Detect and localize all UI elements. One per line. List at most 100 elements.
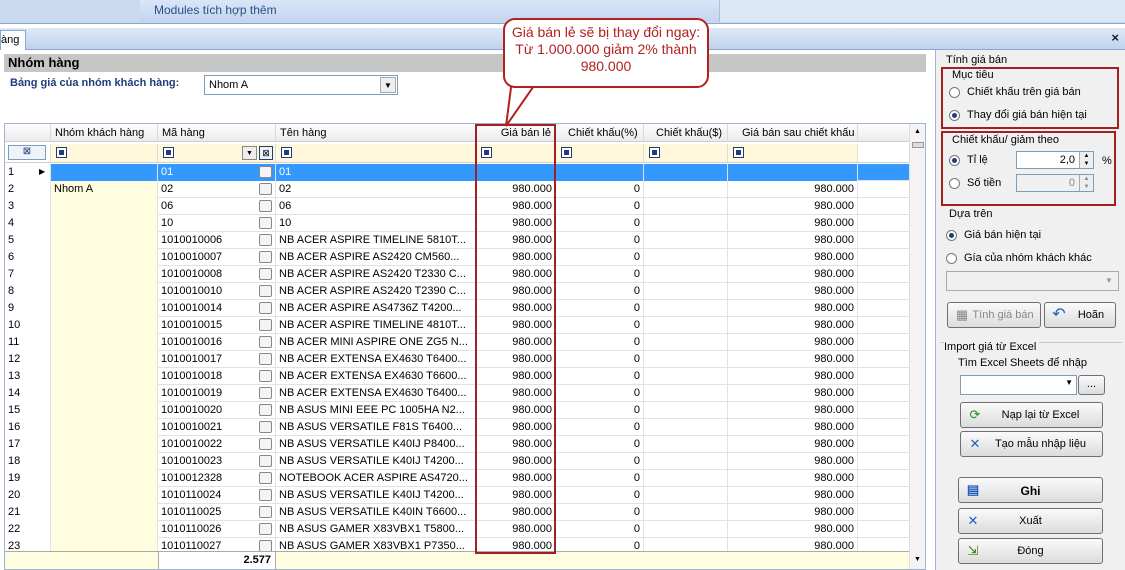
table-cell[interactable]: 980.000: [728, 181, 858, 198]
table-cell[interactable]: 06: [276, 198, 476, 215]
table-cell[interactable]: 0: [556, 453, 644, 470]
opt-gia-hien-tai-label[interactable]: Giá bán hiện tại: [964, 229, 1041, 241]
lookup-button-icon[interactable]: [259, 166, 272, 178]
table-cell[interactable]: [51, 402, 158, 419]
lookup-button-icon[interactable]: [259, 336, 272, 348]
lookup-button-icon[interactable]: [259, 200, 272, 212]
chevron-down-icon[interactable]: ▼: [242, 146, 257, 160]
table-cell[interactable]: [51, 436, 158, 453]
lookup-button-icon[interactable]: [259, 285, 272, 297]
ghi-button[interactable]: ▤ Ghi: [958, 477, 1103, 503]
header-name[interactable]: Tên hàng: [276, 124, 476, 142]
lookup-button-icon[interactable]: [259, 302, 272, 314]
table-cell[interactable]: [644, 317, 728, 334]
table-row[interactable]: 22 1010110026 NB ASUS GAMER X83VBX1 T5800.…: [5, 521, 909, 538]
table-row[interactable]: 3 06 06 980.000 0 980.000: [5, 198, 909, 215]
table-cell[interactable]: 0: [556, 470, 644, 487]
table-cell[interactable]: NB ACER EXTENSA EX4630 T6400...: [276, 385, 476, 402]
other-group-select[interactable]: ▼: [946, 271, 1119, 291]
tinh-gia-ban-button[interactable]: ▦ Tính giá bán: [947, 302, 1041, 328]
table-cell[interactable]: [51, 470, 158, 487]
table-cell[interactable]: NB ASUS VERSATILE K40IN T6600...: [276, 504, 476, 521]
lookup-button-icon[interactable]: [259, 506, 272, 518]
nap-lai-excel-button[interactable]: ⟳ Nạp lại từ Excel: [960, 402, 1103, 428]
table-cell[interactable]: [51, 419, 158, 436]
table-cell[interactable]: NOTEBOOK ACER ASPIRE AS4720...: [276, 470, 476, 487]
table-cell[interactable]: 980.000: [728, 504, 858, 521]
table-cell[interactable]: 980.000: [728, 334, 858, 351]
lookup-button-icon[interactable]: [259, 251, 272, 263]
table-cell[interactable]: NB ACER ASPIRE TIMELINE 5810T...: [276, 232, 476, 249]
price-grid[interactable]: Nhóm khách hàng Mã hàng Tên hàng Giá bán…: [4, 123, 926, 570]
table-cell[interactable]: [644, 453, 728, 470]
table-cell[interactable]: 02: [276, 181, 476, 198]
table-cell[interactable]: [51, 368, 158, 385]
table-cell[interactable]: [644, 521, 728, 538]
table-cell[interactable]: [51, 249, 158, 266]
table-cell[interactable]: 980.000: [728, 215, 858, 232]
lookup-button-icon[interactable]: [259, 523, 272, 535]
table-cell[interactable]: 0: [556, 232, 644, 249]
table-cell[interactable]: NB ASUS GAMER X83VBX1 T5800...: [276, 521, 476, 538]
chevron-down-icon[interactable]: ▼: [380, 77, 396, 93]
table-cell[interactable]: Nhom A: [51, 181, 158, 198]
table-cell[interactable]: 0: [556, 521, 644, 538]
table-cell[interactable]: 980.000: [728, 453, 858, 470]
table-row[interactable]: 12 1010010017 NB ACER EXTENSA EX4630 T6400…: [5, 351, 909, 368]
table-cell[interactable]: 0: [556, 317, 644, 334]
table-cell[interactable]: [51, 164, 158, 181]
table-cell[interactable]: 0: [556, 419, 644, 436]
radio-gia-hien-tai[interactable]: [946, 230, 957, 241]
lookup-button-icon[interactable]: [259, 387, 272, 399]
header-group[interactable]: Nhóm khách hàng: [51, 124, 158, 142]
tab-nhom-hang[interactable]: àng: [0, 30, 26, 50]
table-row[interactable]: 17 1010010022 NB ASUS VERSATILE K40IJ P840…: [5, 436, 909, 453]
table-row[interactable]: 1 ▶ 01 01: [5, 164, 909, 181]
vertical-scrollbar[interactable]: ▲ ▼: [909, 124, 925, 569]
table-cell[interactable]: [51, 317, 158, 334]
table-cell[interactable]: [51, 334, 158, 351]
filter-discount-amt[interactable]: [644, 144, 728, 162]
table-cell[interactable]: 0: [556, 402, 644, 419]
chevron-down-icon[interactable]: ▼: [1065, 378, 1073, 387]
table-cell[interactable]: [644, 283, 728, 300]
table-row[interactable]: 11 1010010016 NB ACER MINI ASPIRE ONE ZG5 …: [5, 334, 909, 351]
lookup-button-icon[interactable]: [259, 455, 272, 467]
lookup-button-icon[interactable]: [259, 319, 272, 331]
table-cell[interactable]: 0: [556, 181, 644, 198]
table-cell[interactable]: NB ACER ASPIRE AS4736Z T4200...: [276, 300, 476, 317]
xuat-button[interactable]: ✕ Xuất: [958, 508, 1103, 534]
table-row[interactable]: 4 10 10 980.000 0 980.000: [5, 215, 909, 232]
table-cell[interactable]: [51, 351, 158, 368]
table-cell[interactable]: NB ACER MINI ASPIRE ONE ZG5 N...: [276, 334, 476, 351]
table-cell[interactable]: NB ACER ASPIRE AS2420 T2330 C...: [276, 266, 476, 283]
table-cell[interactable]: NB ASUS MINI EEE PC 1005HA N2...: [276, 402, 476, 419]
table-cell[interactable]: [644, 368, 728, 385]
scroll-thumb[interactable]: [912, 142, 924, 148]
table-row[interactable]: 7 1010010008 NB ACER ASPIRE AS2420 T2330 C…: [5, 266, 909, 283]
table-row[interactable]: 9 1010010014 NB ACER ASPIRE AS4736Z T4200.…: [5, 300, 909, 317]
table-cell[interactable]: 0: [556, 266, 644, 283]
table-cell[interactable]: NB ASUS VERSATILE F81S T6400...: [276, 419, 476, 436]
table-cell[interactable]: 980.000: [728, 368, 858, 385]
table-cell[interactable]: 980.000: [728, 487, 858, 504]
filter-op-icon[interactable]: [649, 147, 660, 158]
lookup-button-icon[interactable]: [259, 404, 272, 416]
table-row[interactable]: 21 1010110025 NB ASUS VERSATILE K40IN T660…: [5, 504, 909, 521]
table-cell[interactable]: [728, 164, 858, 181]
table-cell[interactable]: NB ACER EXTENSA EX4630 T6600...: [276, 368, 476, 385]
lookup-button-icon[interactable]: [259, 217, 272, 229]
table-cell[interactable]: [644, 487, 728, 504]
table-cell[interactable]: NB ACER EXTENSA EX4630 T6400...: [276, 351, 476, 368]
table-cell[interactable]: 0: [556, 487, 644, 504]
table-cell[interactable]: [644, 436, 728, 453]
table-cell[interactable]: 980.000: [728, 300, 858, 317]
table-row[interactable]: 16 1010010021 NB ASUS VERSATILE F81S T6400…: [5, 419, 909, 436]
dong-button[interactable]: ⇲ Đóng: [958, 538, 1103, 564]
table-cell[interactable]: [644, 385, 728, 402]
table-cell[interactable]: [51, 504, 158, 521]
table-cell[interactable]: [51, 198, 158, 215]
lookup-button-icon[interactable]: [259, 268, 272, 280]
browse-button[interactable]: ...: [1078, 375, 1105, 395]
hoan-button[interactable]: ↶ Hoãn: [1044, 302, 1116, 328]
